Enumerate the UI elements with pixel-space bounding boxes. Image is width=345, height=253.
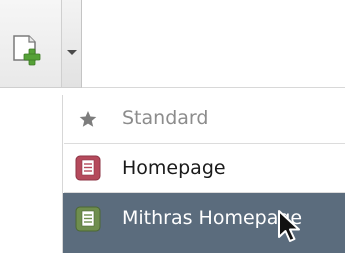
menu-item-homepage[interactable]: Homepage (63, 144, 345, 192)
menu-item-label: Homepage (122, 157, 226, 179)
new-page-dropdown-toggle[interactable] (62, 0, 82, 88)
new-document-plus-icon (13, 35, 41, 66)
new-page-dropdown-screen: Standard Homepage Mithras Homepage (0, 0, 345, 253)
chevron-down-icon (67, 50, 77, 55)
star-icon (79, 111, 97, 127)
new-page-button[interactable] (0, 0, 62, 88)
menu-item-standard[interactable]: Standard (63, 95, 345, 143)
homepage-red-icon (75, 155, 101, 181)
homepage-green-icon (75, 206, 101, 232)
arrow-cursor-icon (278, 210, 300, 242)
menu-item-label: Standard (122, 107, 209, 129)
toolbar-divider (82, 87, 345, 88)
